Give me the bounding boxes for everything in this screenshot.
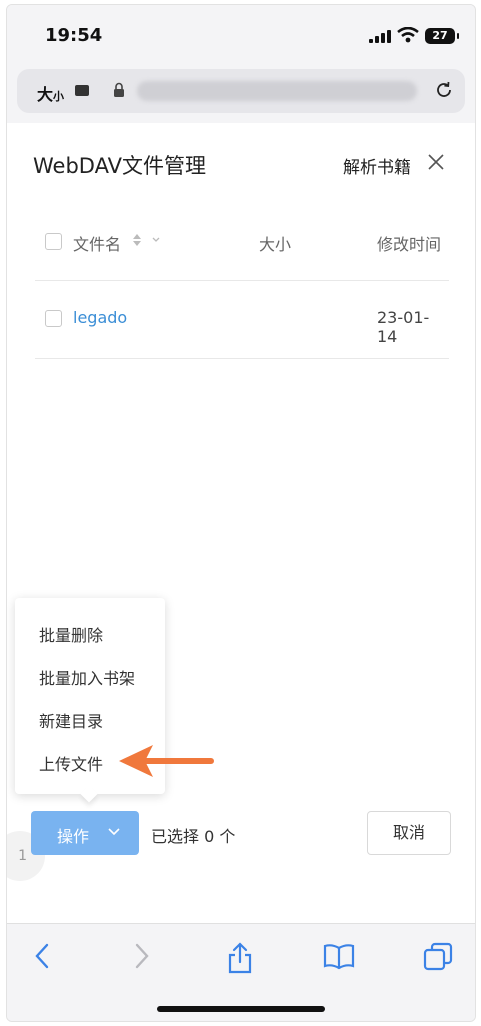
text-size-button[interactable]: 大小: [37, 81, 64, 105]
extension-icon[interactable]: [75, 85, 89, 96]
chevron-down-icon: [108, 828, 120, 836]
cancel-button[interactable]: 取消: [367, 811, 451, 855]
bookmarks-icon[interactable]: [323, 942, 355, 970]
file-name-link[interactable]: legado: [73, 308, 127, 327]
panel-title: WebDAV文件管理: [33, 154, 206, 178]
status-time: 19:54: [45, 25, 103, 46]
menu-item-new-folder[interactable]: 新建目录: [39, 708, 103, 732]
battery-icon: 27: [425, 28, 459, 44]
wifi-icon: [397, 27, 419, 43]
url-bar[interactable]: 大小: [17, 69, 465, 113]
share-icon[interactable]: [227, 942, 253, 974]
tabs-icon[interactable]: [423, 942, 453, 972]
action-dropdown-button[interactable]: 操作: [31, 811, 139, 855]
column-header-modified: 修改时间: [377, 235, 442, 254]
forward-icon[interactable]: [131, 942, 151, 970]
file-modified-date: 23-01-14: [377, 308, 430, 346]
selected-count-text: 已选择 0 个: [151, 827, 236, 846]
select-all-checkbox[interactable]: [45, 233, 62, 250]
column-header-size: 大小: [259, 235, 292, 254]
home-indicator: [157, 1006, 325, 1012]
parse-books-button[interactable]: 解析书籍: [343, 153, 411, 178]
sort-icon[interactable]: [131, 233, 165, 247]
table-header: 文件名 大小 修改时间: [35, 219, 449, 281]
row-checkbox[interactable]: [45, 310, 62, 327]
reload-icon[interactable]: [433, 79, 455, 101]
text-size-large: 大: [37, 85, 54, 104]
webdav-panel: WebDAV文件管理 解析书籍 文件名 大小 修改时间 legado 23-01…: [7, 123, 475, 923]
table-row[interactable]: legado 23-01-14: [35, 281, 449, 359]
column-header-name[interactable]: 文件名: [73, 231, 121, 255]
close-icon[interactable]: [427, 153, 445, 171]
back-icon[interactable]: [33, 942, 53, 970]
signal-icon: [369, 29, 391, 43]
text-size-small: 小: [53, 90, 65, 103]
status-bar: 19:54 27: [7, 5, 475, 65]
menu-item-batch-add-shelf[interactable]: 批量加入书架: [39, 665, 135, 689]
annotation-arrow-icon: [119, 745, 214, 777]
browser-toolbar: [7, 923, 475, 1021]
lock-icon: [114, 82, 124, 97]
url-text-blurred[interactable]: [137, 81, 417, 101]
menu-item-upload-file[interactable]: 上传文件: [39, 751, 103, 775]
menu-item-batch-delete[interactable]: 批量删除: [39, 622, 103, 646]
phone-frame: 19:54 27 大小 WebDAV文件管理 解析书籍 文件名 大小 修改时间 …: [6, 4, 476, 1022]
action-button-label: 操作: [57, 827, 90, 846]
